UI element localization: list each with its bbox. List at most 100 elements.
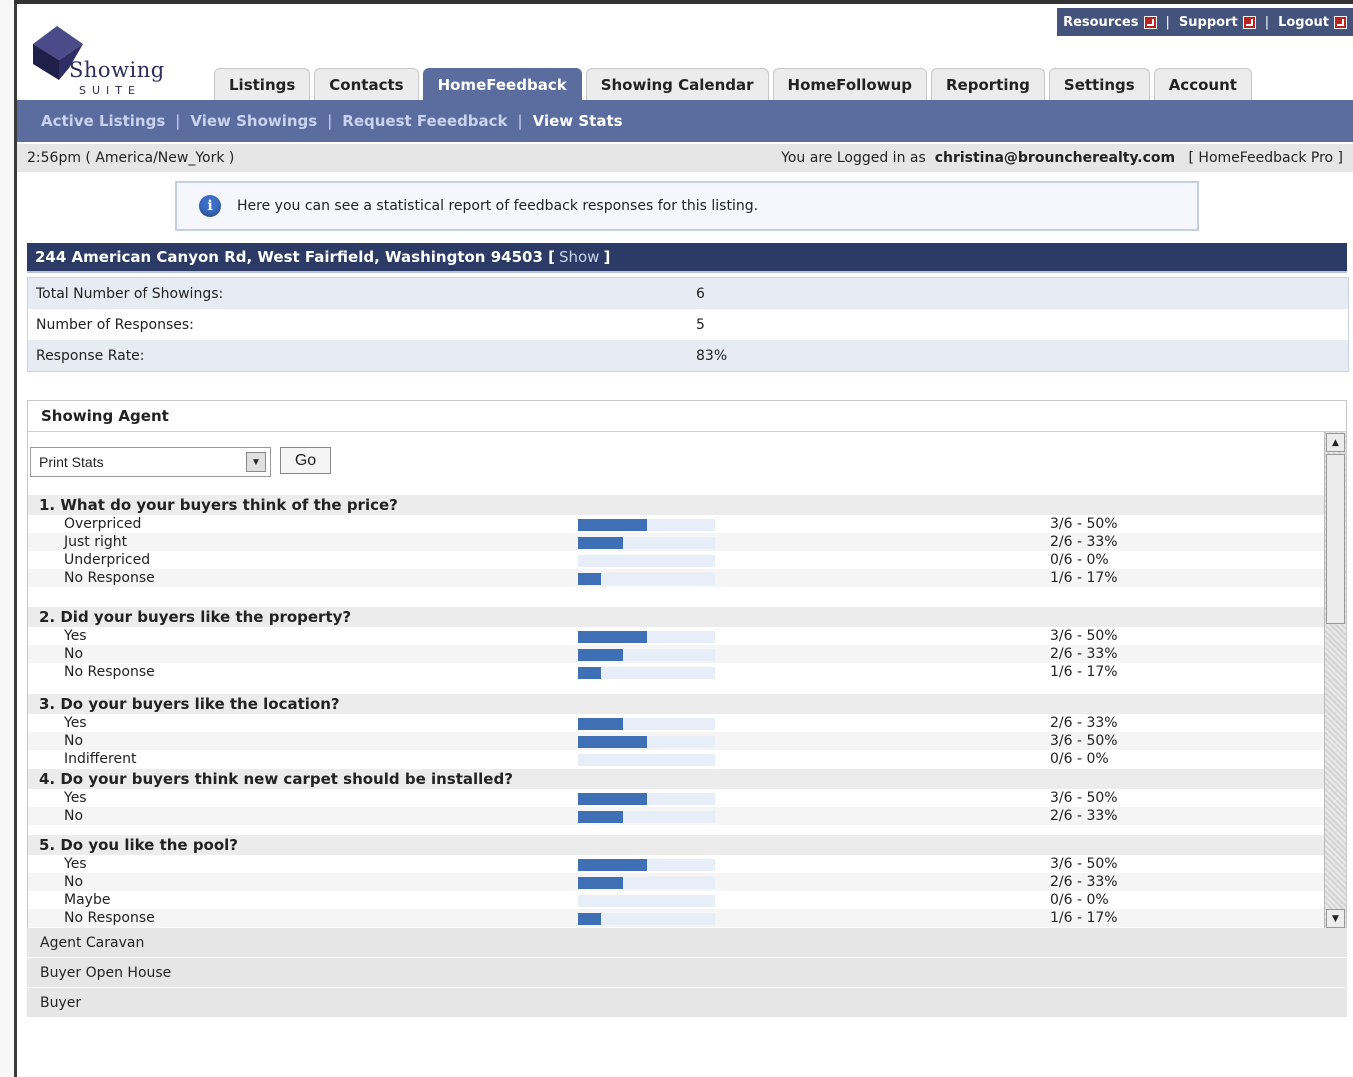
answer-row: Yes 3/6 - 50% (28, 789, 1324, 807)
answer-label: Indifferent (64, 751, 137, 767)
answer-bar-track (578, 718, 715, 730)
tab-contacts[interactable]: Contacts (314, 68, 419, 101)
answer-bar-track (578, 913, 715, 925)
answer-label: No Response (64, 664, 155, 680)
answer-label: No (64, 733, 84, 749)
answer-label: Maybe (64, 892, 111, 908)
scrollbar-thumb[interactable] (1326, 454, 1345, 624)
question-title: 5. Do you like the pool? (28, 835, 1324, 855)
subnav-request-feedback[interactable]: Request Feeedback (342, 112, 507, 130)
summary-row: Number of Responses: 5 (28, 309, 1348, 340)
answer-value: 3/6 - 50% (1050, 628, 1118, 644)
summary-label: Total Number of Showings: (36, 285, 224, 302)
answer-bar-track (578, 555, 715, 567)
answer-row: Overpriced 3/6 - 50% (28, 515, 1324, 533)
support-link[interactable]: Support (1179, 15, 1256, 30)
subnav-view-stats[interactable]: View Stats (533, 112, 623, 130)
answer-value: 2/6 - 33% (1050, 534, 1118, 550)
page: Resources | Support | Logout Showing SUI… (17, 4, 1353, 1077)
question-title: 4. Do your buyers think new carpet shoul… (28, 769, 1324, 789)
tab-listings[interactable]: Listings (214, 68, 311, 101)
show-listing-link[interactable]: Show (559, 248, 599, 266)
tab-reporting[interactable]: Reporting (930, 68, 1045, 101)
answer-value: 3/6 - 50% (1050, 790, 1118, 806)
window-left-edge (0, 0, 17, 1077)
answer-label: No (64, 874, 84, 890)
answer-value: 2/6 - 33% (1050, 808, 1118, 824)
tab-settings[interactable]: Settings (1048, 68, 1150, 101)
subnav-active-listings[interactable]: Active Listings (41, 112, 165, 130)
answer-value: 0/6 - 0% (1050, 552, 1109, 568)
address-close-bracket: ] (603, 248, 611, 266)
answer-label: Yes (64, 790, 87, 806)
resources-link[interactable]: Resources (1063, 15, 1157, 30)
answer-value: 3/6 - 50% (1050, 516, 1118, 532)
answer-row: No 2/6 - 33% (28, 873, 1324, 891)
answer-label: No (64, 808, 84, 824)
answer-bar-track (578, 631, 715, 643)
current-time: 2:56pm ( America/New_York ) (27, 150, 235, 166)
select-value: Print Stats (39, 454, 104, 470)
answer-row: No 3/6 - 50% (28, 732, 1324, 750)
summary-label: Response Rate: (36, 347, 145, 364)
scroll-down-arrow-icon[interactable]: ▼ (1326, 909, 1345, 928)
tab-account[interactable]: Account (1153, 68, 1252, 101)
answer-row: Yes 3/6 - 50% (28, 627, 1324, 645)
answer-label: Just right (64, 534, 128, 550)
login-info: You are Logged in as christina@brouncher… (781, 150, 1343, 166)
section-buyer-open-house[interactable]: Buyer Open House (27, 958, 1347, 988)
answer-value: 3/6 - 50% (1050, 733, 1118, 749)
subnav-separator: | (175, 112, 181, 130)
summary-label: Number of Responses: (36, 316, 194, 333)
answer-bar-fill (578, 573, 601, 585)
answer-label: Yes (64, 715, 87, 731)
answer-bar-track (578, 754, 715, 766)
showing-suite-logo[interactable]: Showing SUITE (31, 24, 164, 97)
answer-value: 1/6 - 17% (1050, 664, 1118, 680)
answer-bar-fill (578, 537, 623, 549)
question-title: 3. Do your buyers like the location? (28, 694, 1324, 714)
summary-value: 6 (696, 285, 705, 302)
subnav-view-showings[interactable]: View Showings (190, 112, 317, 130)
answer-bar-fill (578, 649, 623, 661)
tab-showing-calendar[interactable]: Showing Calendar (585, 68, 769, 101)
tab-homefollowup[interactable]: HomeFollowup (772, 68, 927, 101)
answer-row: Just right 2/6 - 33% (28, 533, 1324, 551)
answer-bar-fill (578, 913, 601, 925)
scroll-up-arrow-icon[interactable]: ▲ (1326, 433, 1345, 452)
answer-bar-track (578, 736, 715, 748)
showing-agent-panel: Showing Agent Print Stats ▼ Go 1. What d… (27, 400, 1347, 1015)
summary-value: 83% (696, 347, 728, 364)
stats-scroll-area[interactable]: Print Stats ▼ Go 1. What do your buyers … (28, 432, 1324, 929)
answer-bar-fill (578, 519, 647, 531)
vertical-scrollbar[interactable]: ▲ ▼ (1324, 432, 1346, 929)
top-link-separator: | (1264, 14, 1270, 30)
answer-row: No 2/6 - 33% (28, 807, 1324, 825)
panel-title[interactable]: Showing Agent (28, 401, 1346, 432)
listing-summary: Total Number of Showings: 6 Number of Re… (27, 277, 1349, 372)
answer-label: No Response (64, 910, 155, 926)
answer-label: No Response (64, 570, 155, 586)
answer-value: 0/6 - 0% (1050, 751, 1109, 767)
section-agent-caravan[interactable]: Agent Caravan (27, 928, 1347, 958)
answer-bar-fill (578, 793, 647, 805)
answer-bar-track (578, 667, 715, 679)
answer-row: Indifferent 0/6 - 0% (28, 750, 1324, 768)
answer-bar-fill (578, 718, 623, 730)
answer-value: 0/6 - 0% (1050, 892, 1109, 908)
section-buyer[interactable]: Buyer (27, 988, 1347, 1018)
answer-bar-track (578, 895, 715, 907)
answer-bar-fill (578, 736, 647, 748)
logout-link[interactable]: Logout (1278, 15, 1347, 30)
print-stats-select[interactable]: Print Stats ▼ (30, 447, 271, 477)
listing-address: 244 American Canyon Rd, West Fairfield, … (35, 248, 555, 266)
answer-bar-fill (578, 877, 623, 889)
answer-row: Maybe 0/6 - 0% (28, 891, 1324, 909)
answer-label: Yes (64, 856, 87, 872)
tab-homefeedback[interactable]: HomeFeedback (422, 68, 582, 101)
external-link-icon (1334, 15, 1347, 29)
answer-value: 2/6 - 33% (1050, 715, 1118, 731)
go-button[interactable]: Go (280, 447, 331, 474)
answer-label: Yes (64, 628, 87, 644)
answer-bar-track (578, 573, 715, 585)
